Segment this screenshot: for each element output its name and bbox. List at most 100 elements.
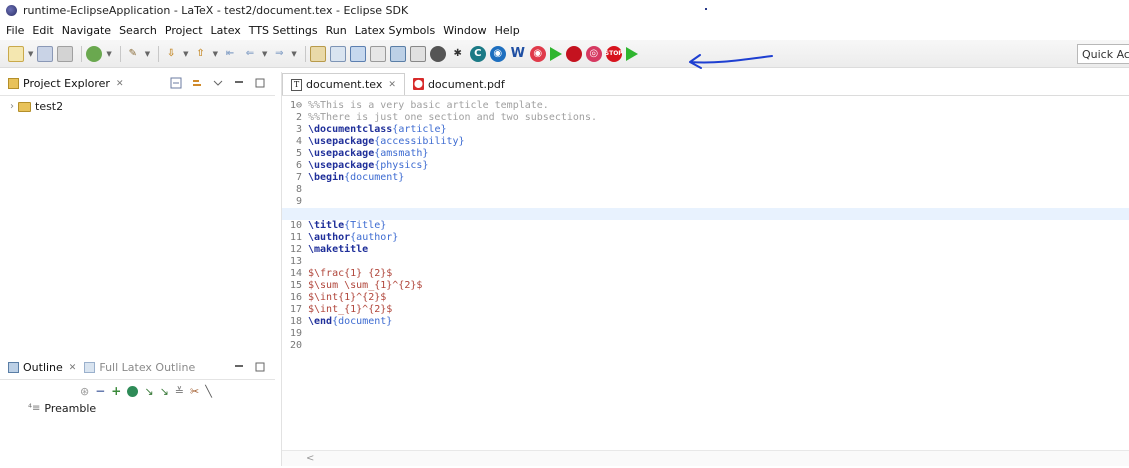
close-icon[interactable]: ✕ bbox=[69, 363, 77, 373]
record-settings-icon[interactable]: ◉ bbox=[529, 45, 546, 62]
collapse-icon[interactable]: − bbox=[95, 384, 105, 398]
project-explorer-title[interactable]: Project Explorer bbox=[23, 77, 110, 90]
menu-run[interactable]: Run bbox=[326, 24, 347, 37]
menu-bar: File Edit Navigate Search Project Latex … bbox=[0, 20, 1129, 40]
window-title: runtime-EclipseApplication - LaTeX - tes… bbox=[23, 3, 409, 17]
new-file-icon[interactable] bbox=[8, 45, 24, 62]
toolbar-separator bbox=[119, 45, 121, 62]
chevron-down-icon[interactable]: ▼ bbox=[183, 50, 188, 58]
window-title-bar: runtime-EclipseApplication - LaTeX - tes… bbox=[0, 0, 1129, 20]
back-icon[interactable]: ⇐ bbox=[242, 46, 258, 62]
outline-item-preamble[interactable]: ⁴≡ Preamble bbox=[28, 402, 96, 415]
menu-project[interactable]: Project bbox=[165, 24, 203, 37]
hide-labels-icon[interactable]: ╲ bbox=[205, 385, 212, 398]
chevron-down-icon[interactable]: ▼ bbox=[213, 50, 218, 58]
chevron-down-icon[interactable]: ▼ bbox=[145, 50, 150, 58]
hide-floats-icon[interactable]: ✂ bbox=[190, 385, 199, 398]
code-line: 6 \usepackage{physics} bbox=[295, 160, 429, 171]
debug-icon[interactable] bbox=[86, 45, 103, 62]
latex-tool-icon[interactable] bbox=[389, 45, 406, 62]
code-line: 13 bbox=[289, 256, 302, 267]
minimize-icon[interactable] bbox=[233, 361, 246, 373]
code-line: 20 bbox=[289, 340, 302, 351]
save-icon[interactable] bbox=[37, 45, 54, 62]
quick-access-field[interactable]: Quick Access bbox=[1077, 44, 1129, 64]
latex-tool-icon[interactable] bbox=[369, 45, 386, 62]
tab-outline[interactable]: Outline bbox=[23, 361, 63, 374]
chevron-down-icon[interactable]: ▼ bbox=[28, 50, 33, 58]
tts-icon[interactable]: ◉ bbox=[489, 45, 506, 62]
outline-toolbar: ⊛ − + ↘ ↘ ≚ ✂ ╲ bbox=[80, 384, 212, 398]
menu-help[interactable]: Help bbox=[495, 24, 520, 37]
current-line-highlight bbox=[282, 208, 1129, 220]
latex-tool-icon[interactable] bbox=[429, 45, 446, 62]
pdf-file-icon: ⬤ bbox=[412, 78, 424, 90]
tab-label: document.tex bbox=[306, 78, 383, 91]
menu-tts-settings[interactable]: TTS Settings bbox=[249, 24, 318, 37]
expand-icon[interactable]: + bbox=[111, 384, 121, 398]
hide-paragraphs-icon[interactable]: ≚ bbox=[175, 385, 184, 398]
chevron-down-icon[interactable]: ▼ bbox=[262, 50, 267, 58]
collapse-all-icon[interactable] bbox=[170, 77, 183, 89]
tex-file-icon: T bbox=[291, 78, 302, 91]
w-icon[interactable]: W bbox=[510, 46, 526, 62]
maximize-icon[interactable] bbox=[254, 77, 267, 89]
code-editor[interactable]: 1⊖ %%This is a very basic article templat… bbox=[282, 96, 1129, 418]
play-icon[interactable] bbox=[549, 46, 562, 61]
stray-dot bbox=[705, 8, 707, 10]
chevron-down-icon[interactable]: ▼ bbox=[106, 50, 111, 58]
code-line: 11 \author{author} bbox=[289, 232, 399, 243]
menu-navigate[interactable]: Navigate bbox=[62, 24, 111, 37]
filter-icon[interactable]: ⊛ bbox=[80, 385, 89, 398]
toolbar-separator bbox=[158, 45, 160, 62]
menu-search[interactable]: Search bbox=[119, 24, 157, 37]
code-line: 4 \usepackage{accessibility} bbox=[295, 136, 465, 147]
stop-icon[interactable]: STOP bbox=[605, 45, 623, 62]
record-icon[interactable] bbox=[565, 45, 582, 62]
menu-latex[interactable]: Latex bbox=[211, 24, 241, 37]
code-line: 9 bbox=[295, 196, 302, 207]
hide-subsubsections-icon[interactable]: ↘ bbox=[160, 385, 169, 398]
project-explorer-icon bbox=[8, 78, 19, 89]
menu-file[interactable]: File bbox=[6, 24, 24, 37]
tab-full-latex-outline[interactable]: Full Latex Outline bbox=[99, 361, 195, 374]
tab-document-pdf[interactable]: ⬤ document.pdf bbox=[405, 73, 513, 95]
previous-annotation-icon[interactable]: ⇧ bbox=[193, 46, 209, 62]
minimize-icon[interactable] bbox=[233, 77, 246, 89]
latex-tool-icon[interactable] bbox=[349, 45, 366, 62]
horizontal-scrollbar[interactable]: < bbox=[282, 450, 1129, 466]
link-editor-icon[interactable] bbox=[191, 77, 204, 89]
tree-item-test2[interactable]: › test2 bbox=[10, 100, 63, 113]
hand-drawn-arrow bbox=[689, 54, 773, 69]
menu-edit[interactable]: Edit bbox=[32, 24, 53, 37]
record-target-icon[interactable]: ◎ bbox=[585, 45, 602, 62]
c-icon[interactable]: C bbox=[469, 45, 486, 62]
code-line: 5 \usepackage{amsmath} bbox=[295, 148, 429, 159]
code-line: 8 bbox=[295, 184, 302, 195]
tab-document-tex[interactable]: T document.tex ✕ bbox=[282, 73, 405, 95]
forward-icon[interactable]: ⇒ bbox=[271, 46, 287, 62]
hide-subsections-icon[interactable]: ↘ bbox=[144, 385, 153, 398]
latex-tool-icon[interactable] bbox=[309, 45, 326, 62]
code-line: 17 $\int_{1}^{2}$ bbox=[289, 304, 393, 315]
menu-window[interactable]: Window bbox=[443, 24, 486, 37]
menu-latex-symbols[interactable]: Latex Symbols bbox=[355, 24, 435, 37]
outline-item-label: Preamble bbox=[44, 402, 97, 415]
pencil-icon[interactable]: ✎ bbox=[125, 46, 141, 62]
latex-tool-icon[interactable] bbox=[329, 45, 346, 62]
view-menu-icon[interactable] bbox=[212, 77, 225, 89]
scroll-left-icon[interactable]: < bbox=[306, 453, 314, 464]
next-annotation-icon[interactable]: ⇩ bbox=[163, 46, 179, 62]
play-icon[interactable] bbox=[625, 46, 638, 61]
close-icon[interactable]: ✕ bbox=[388, 80, 396, 90]
hide-sections-icon[interactable] bbox=[127, 385, 139, 397]
code-line: 15 $\sum \sum_{1}^{2}$ bbox=[289, 280, 423, 291]
maximize-icon[interactable] bbox=[254, 361, 267, 373]
chevron-right-icon[interactable]: › bbox=[10, 101, 14, 112]
close-icon[interactable]: ✕ bbox=[116, 79, 124, 89]
last-edit-icon[interactable]: ⇤ bbox=[222, 46, 238, 62]
save-all-icon[interactable] bbox=[57, 45, 74, 62]
chevron-down-icon[interactable]: ▼ bbox=[291, 50, 296, 58]
latex-tool-icon[interactable]: ✱ bbox=[450, 46, 466, 62]
latex-tool-icon[interactable] bbox=[409, 45, 426, 62]
